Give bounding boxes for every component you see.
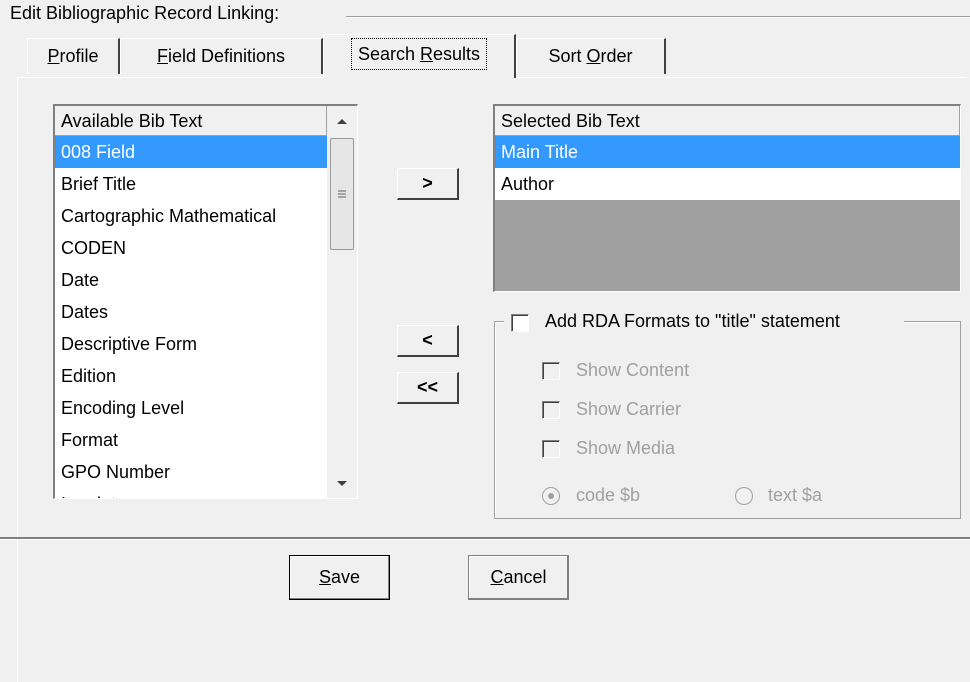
group-title: Edit Bibliographic Record Linking:	[10, 3, 280, 23]
remove-field-button[interactable]: <	[397, 325, 459, 357]
available-list-header: Available Bib Text	[55, 106, 327, 136]
tab-field-definitions[interactable]: Field Definitions	[120, 38, 323, 74]
list-item[interactable]: Date	[55, 264, 327, 296]
list-item[interactable]: CODEN	[55, 232, 327, 264]
tab-sort-order[interactable]: Sort Order	[516, 38, 666, 74]
selected-list-header: Selected Bib Text	[495, 106, 960, 136]
list-item[interactable]: Brief Title	[55, 168, 327, 200]
text-a-label: text $a	[768, 485, 823, 505]
list-item[interactable]: Main Title	[495, 136, 960, 168]
scrollbar-thumb[interactable]	[330, 138, 354, 250]
scroll-up-arrow-icon[interactable]	[327, 106, 357, 136]
rda-formats-group	[494, 321, 961, 519]
show-content-checkbox[interactable]	[542, 362, 560, 380]
tab-search-results[interactable]: Search Results	[323, 34, 516, 78]
list-item[interactable]: Encoding Level	[55, 392, 327, 424]
selected-bib-text-list[interactable]: Selected Bib Text Main Title Author	[493, 104, 961, 292]
list-item[interactable]: Author	[495, 168, 960, 200]
add-field-button[interactable]: >	[397, 168, 459, 200]
show-carrier-label: Show Carrier	[576, 399, 682, 419]
code-b-radio[interactable]	[542, 487, 560, 505]
list-item[interactable]: Descriptive Form	[55, 328, 327, 360]
list-item[interactable]: GPO Number	[55, 456, 327, 488]
code-b-label: code $b	[576, 485, 641, 505]
show-media-checkbox[interactable]	[542, 440, 560, 458]
group-divider	[346, 16, 970, 18]
cancel-button[interactable]: Cancel	[468, 555, 569, 600]
remove-all-fields-button[interactable]: <<	[397, 372, 459, 404]
list-item[interactable]: Dates	[55, 296, 327, 328]
list-item[interactable]: Imprint	[55, 488, 327, 498]
available-bib-text-list[interactable]: Available Bib Text 008 Field Brief Title C…	[53, 104, 358, 499]
footer-divider	[0, 537, 970, 540]
list-item[interactable]: Edition	[55, 360, 327, 392]
add-rda-formats-checkbox[interactable]	[511, 314, 529, 332]
show-carrier-checkbox[interactable]	[542, 401, 560, 419]
show-media-label: Show Media	[576, 438, 676, 458]
add-rda-formats-label: Add RDA Formats to "title" statement	[545, 311, 840, 331]
text-a-radio[interactable]	[735, 487, 753, 505]
save-button[interactable]: Save	[289, 555, 390, 600]
scroll-down-arrow-icon[interactable]	[327, 468, 357, 498]
list-item[interactable]: 008 Field	[55, 136, 327, 168]
grip-icon	[338, 190, 346, 198]
tab-profile[interactable]: Profile	[27, 38, 120, 74]
list-item[interactable]: Cartographic Mathematical	[55, 200, 327, 232]
available-list-scrollbar[interactable]	[327, 106, 357, 498]
list-item[interactable]: Format	[55, 424, 327, 456]
show-content-label: Show Content	[576, 360, 690, 380]
